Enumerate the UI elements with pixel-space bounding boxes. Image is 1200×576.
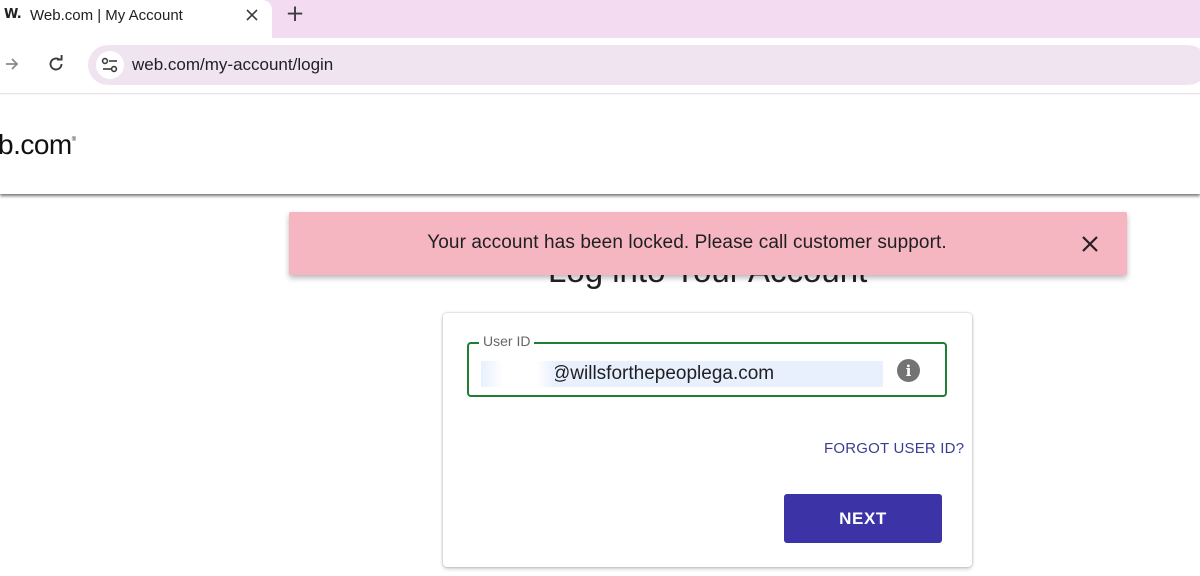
url-text[interactable]: web.com/my-account/login (132, 55, 333, 75)
new-tab-button[interactable]: + (281, 1, 309, 27)
reload-icon (49, 55, 63, 71)
site-header: b.com® (0, 95, 1200, 194)
info-icon[interactable]: i (897, 359, 920, 382)
toast-close-button[interactable] (1077, 231, 1103, 257)
browser-tab-strip: W. Web.com | My Account + (0, 0, 1200, 38)
login-card: User ID @willsforthepeoplega.com i FORGO… (443, 313, 972, 567)
browser-toolbar: web.com/my-account/login (0, 38, 1200, 94)
arrow-forward-icon (6, 58, 19, 70)
close-icon (246, 9, 258, 21)
redacted-text (481, 361, 555, 387)
user-id-value: @willsforthepeoplega.com (551, 363, 775, 384)
browser-tab-active[interactable]: W. Web.com | My Account (0, 0, 272, 38)
close-icon (1082, 236, 1098, 252)
tab-title: Web.com | My Account (30, 7, 183, 24)
logo-text: b.com (0, 129, 72, 160)
user-id-field[interactable]: User ID @willsforthepeoplega.com i (467, 333, 947, 397)
forgot-user-id-link[interactable]: FORGOT USER ID? (824, 440, 964, 457)
site-logo[interactable]: b.com® (0, 129, 76, 161)
user-id-label: User ID (479, 333, 535, 349)
toast-message: Your account has been locked. Please cal… (427, 232, 947, 253)
reload-button[interactable] (41, 49, 71, 79)
address-bar[interactable]: web.com/my-account/login (88, 45, 1200, 85)
user-id-input[interactable]: @willsforthepeoplega.com (481, 361, 883, 387)
site-settings-button[interactable] (96, 51, 124, 79)
logo-registered-mark: ® (71, 137, 76, 143)
error-toast: Your account has been locked. Please cal… (289, 212, 1127, 275)
tab-close-icon[interactable] (238, 3, 266, 27)
tune-icon (101, 57, 118, 73)
site-favicon-icon: W. (4, 7, 22, 22)
next-button[interactable]: NEXT (784, 494, 942, 543)
forward-button[interactable] (0, 49, 27, 79)
